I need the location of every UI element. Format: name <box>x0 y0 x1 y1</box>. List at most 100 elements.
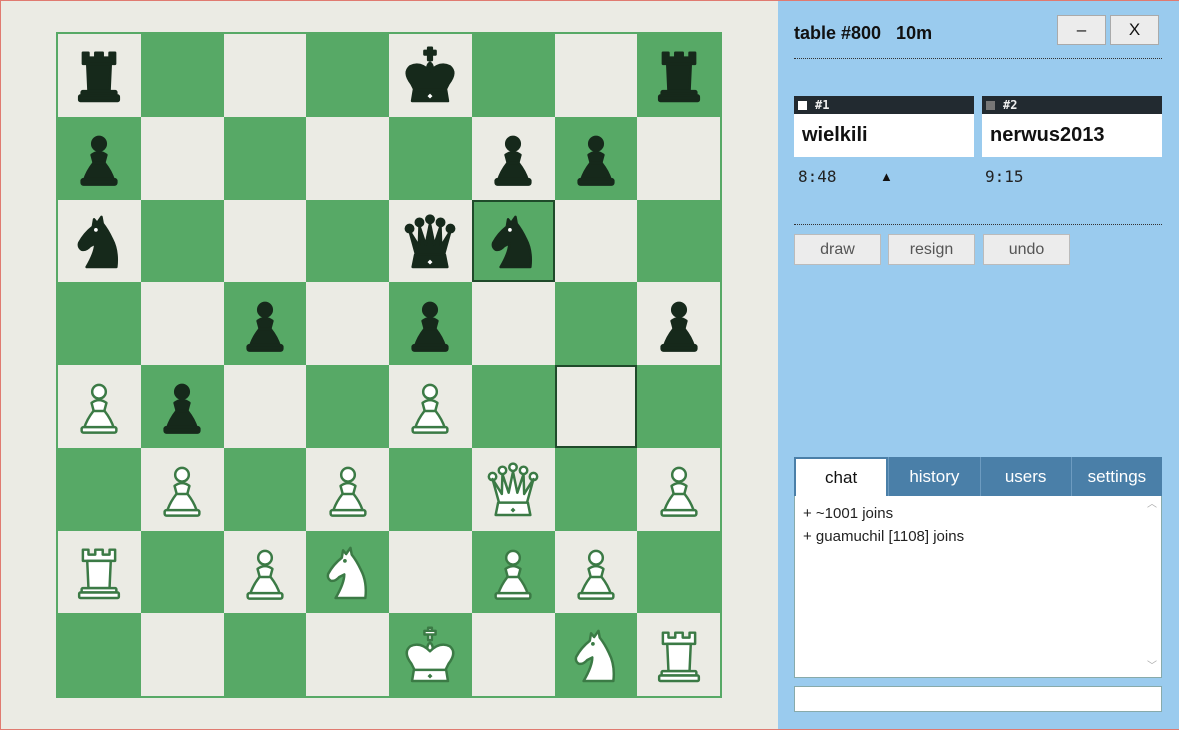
black-pawn-icon[interactable] <box>234 293 296 355</box>
white-pawn-icon[interactable] <box>234 541 296 603</box>
square-c2[interactable] <box>223 530 307 614</box>
square-a8[interactable] <box>58 34 141 117</box>
square-e8[interactable] <box>389 34 472 117</box>
black-pawn-icon[interactable] <box>482 127 544 189</box>
black-rook-icon[interactable] <box>68 44 130 106</box>
square-a3[interactable] <box>58 447 141 531</box>
player-card-1[interactable]: #1 wielkili <box>794 96 974 157</box>
white-queen-icon[interactable] <box>482 458 544 520</box>
black-knight-icon[interactable] <box>482 210 544 272</box>
black-king-icon[interactable] <box>399 44 461 106</box>
square-b7[interactable] <box>140 116 224 200</box>
square-g7[interactable] <box>554 116 638 200</box>
square-d1[interactable] <box>306 613 389 696</box>
close-button[interactable]: X <box>1110 15 1159 45</box>
square-g8[interactable] <box>554 34 638 117</box>
square-e3[interactable] <box>389 447 472 531</box>
white-rook-icon[interactable] <box>648 624 710 686</box>
white-knight-icon[interactable] <box>565 624 627 686</box>
square-g5[interactable] <box>554 282 638 365</box>
tab-chat[interactable]: chat <box>794 457 889 496</box>
black-queen-icon[interactable] <box>399 210 461 272</box>
square-h8[interactable] <box>637 34 720 117</box>
black-pawn-icon[interactable] <box>648 293 710 355</box>
square-e2[interactable] <box>389 530 472 614</box>
square-b8[interactable] <box>140 34 224 117</box>
chevron-up-icon[interactable]: ︿ <box>1144 498 1160 512</box>
square-d3[interactable] <box>306 447 389 531</box>
white-pawn-icon[interactable] <box>317 458 379 520</box>
square-c3[interactable] <box>223 447 307 531</box>
resign-button[interactable]: resign <box>888 234 975 265</box>
square-h7[interactable] <box>637 116 720 200</box>
square-c8[interactable] <box>223 34 307 117</box>
square-d4[interactable] <box>306 365 389 448</box>
square-e4[interactable] <box>389 365 472 448</box>
square-g2[interactable] <box>554 530 638 614</box>
square-f1[interactable] <box>471 613 555 696</box>
square-g3[interactable] <box>554 447 638 531</box>
chat-scrollbar[interactable]: ︿ ﹀ <box>1144 498 1160 674</box>
square-d5[interactable] <box>306 282 389 365</box>
square-a1[interactable] <box>58 613 141 696</box>
tab-users[interactable]: users <box>979 457 1071 496</box>
white-knight-icon[interactable] <box>317 541 379 603</box>
chat-log[interactable]: + ~1001 joins + guamuchil [1108] joins ︿… <box>794 496 1162 678</box>
square-e6[interactable] <box>389 199 472 283</box>
chevron-down-icon[interactable]: ﹀ <box>1144 660 1160 674</box>
square-a7[interactable] <box>58 116 141 200</box>
square-b1[interactable] <box>140 613 224 696</box>
square-b4[interactable] <box>140 365 224 448</box>
white-pawn-icon[interactable] <box>648 458 710 520</box>
square-b2[interactable] <box>140 530 224 614</box>
player-card-2[interactable]: #2 nerwus2013 <box>982 96 1162 157</box>
black-rook-icon[interactable] <box>648 44 710 106</box>
white-pawn-icon[interactable] <box>68 375 130 437</box>
square-c5[interactable] <box>223 282 307 365</box>
square-b3[interactable] <box>140 447 224 531</box>
square-g1[interactable] <box>554 613 638 696</box>
chat-input[interactable] <box>794 686 1162 712</box>
white-pawn-icon[interactable] <box>565 541 627 603</box>
white-king-icon[interactable] <box>399 624 461 686</box>
square-f4[interactable] <box>471 365 555 448</box>
black-pawn-icon[interactable] <box>68 127 130 189</box>
square-h5[interactable] <box>637 282 720 365</box>
square-f3[interactable] <box>471 447 555 531</box>
white-pawn-icon[interactable] <box>151 458 213 520</box>
square-a5[interactable] <box>58 282 141 365</box>
black-pawn-icon[interactable] <box>565 127 627 189</box>
draw-button[interactable]: draw <box>794 234 881 265</box>
square-h3[interactable] <box>637 447 720 531</box>
square-g6[interactable] <box>554 199 638 283</box>
square-f5[interactable] <box>471 282 555 365</box>
black-knight-icon[interactable] <box>68 210 130 272</box>
square-a6[interactable] <box>58 199 141 283</box>
square-b5[interactable] <box>140 282 224 365</box>
white-pawn-icon[interactable] <box>482 541 544 603</box>
white-pawn-icon[interactable] <box>399 375 461 437</box>
square-e1[interactable] <box>389 613 472 696</box>
square-c6[interactable] <box>223 199 307 283</box>
square-c7[interactable] <box>223 116 307 200</box>
square-e7[interactable] <box>389 116 472 200</box>
square-f8[interactable] <box>471 34 555 117</box>
square-e5[interactable] <box>389 282 472 365</box>
square-h1[interactable] <box>637 613 720 696</box>
square-d2[interactable] <box>306 530 389 614</box>
square-f6[interactable] <box>471 199 555 283</box>
square-d8[interactable] <box>306 34 389 117</box>
square-f2[interactable] <box>471 530 555 614</box>
square-h4[interactable] <box>637 365 720 448</box>
tab-history[interactable]: history <box>888 457 979 496</box>
square-b6[interactable] <box>140 199 224 283</box>
square-a4[interactable] <box>58 365 141 448</box>
square-c4[interactable] <box>223 365 307 448</box>
white-rook-icon[interactable] <box>68 541 130 603</box>
square-h6[interactable] <box>637 199 720 283</box>
square-c1[interactable] <box>223 613 307 696</box>
chess-board[interactable] <box>56 32 722 698</box>
undo-button[interactable]: undo <box>983 234 1070 265</box>
minimize-button[interactable]: – <box>1057 15 1106 45</box>
square-d7[interactable] <box>306 116 389 200</box>
